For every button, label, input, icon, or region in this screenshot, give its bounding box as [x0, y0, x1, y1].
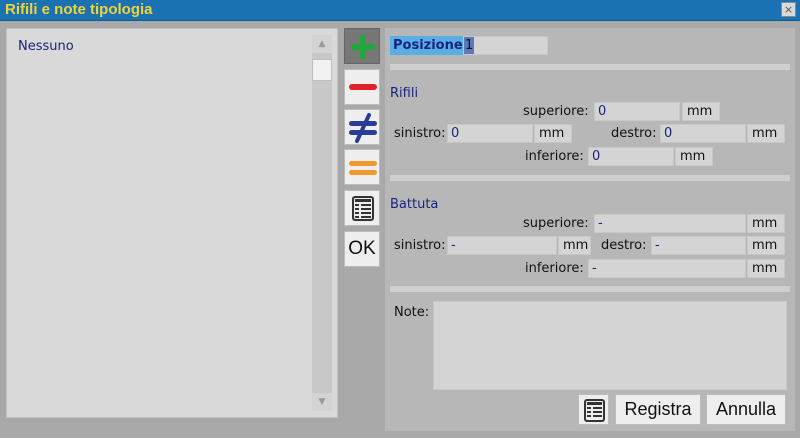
not-equal-icon — [349, 113, 377, 143]
rifili-sinistro-unit: mm — [534, 124, 572, 143]
scroll-down-icon[interactable]: ▼ — [312, 393, 332, 411]
not-equal-button[interactable] — [344, 109, 380, 145]
close-button[interactable]: × — [781, 2, 796, 17]
remove-button[interactable] — [344, 69, 380, 105]
separator — [390, 64, 790, 70]
list-panel: Nessuno ▲ ▼ — [6, 28, 338, 418]
notes-field[interactable] — [433, 301, 787, 390]
equal-icon — [349, 161, 377, 175]
position-value: 1 — [464, 37, 475, 54]
battuta-inferiore-unit: mm — [747, 259, 785, 278]
window-title: Rifili e note tipologia — [5, 1, 153, 18]
rifili-superiore-field[interactable]: 0 — [594, 102, 680, 121]
battuta-inferiore-label: inferiore: — [525, 261, 584, 276]
battuta-superiore-field[interactable]: - — [594, 214, 746, 233]
position-label: Posizione: — [390, 36, 471, 55]
detail-form: Posizione: 1 Rifili superiore: 0 mm sini… — [385, 28, 795, 431]
battuta-superiore-unit: mm — [747, 214, 785, 233]
rifili-destro-label: destro: — [611, 126, 657, 141]
battuta-destro-label: destro: — [601, 238, 647, 253]
list-item[interactable]: Nessuno — [18, 39, 74, 54]
table-icon — [352, 196, 374, 221]
add-icon — [351, 35, 375, 59]
ok-label: OK — [348, 238, 376, 259]
position-field[interactable]: 1 — [463, 36, 548, 55]
notes-label: Note: — [394, 305, 430, 320]
rifili-inferiore-unit: mm — [675, 147, 713, 166]
rifili-inferiore-field[interactable]: 0 — [588, 147, 674, 166]
register-button[interactable]: Registra — [615, 394, 701, 425]
rifili-sinistro-field[interactable]: 0 — [447, 124, 533, 143]
scroll-thumb[interactable] — [312, 59, 332, 81]
title-bar: Rifili e note tipologia × — [0, 0, 800, 21]
scroll-up-icon[interactable]: ▲ — [312, 35, 332, 53]
rifili-destro-field[interactable]: 0 — [660, 124, 746, 143]
battuta-superiore-label: superiore: — [523, 216, 589, 231]
table-icon — [584, 399, 605, 422]
battuta-title: Battuta — [390, 197, 439, 212]
battuta-sinistro-field[interactable]: - — [447, 236, 557, 255]
cancel-button[interactable]: Annulla — [706, 394, 786, 425]
ok-button[interactable]: OK — [344, 231, 380, 267]
separator — [390, 286, 790, 292]
battuta-destro-field[interactable]: - — [651, 236, 746, 255]
rifili-sinistro-label: sinistro: — [394, 126, 446, 141]
table-view-button[interactable] — [578, 394, 609, 425]
battuta-sinistro-unit: mm — [558, 236, 591, 255]
add-button[interactable] — [344, 28, 380, 64]
rifili-superiore-label: superiore: — [523, 104, 589, 119]
battuta-inferiore-field[interactable]: - — [588, 259, 746, 278]
separator — [390, 175, 790, 181]
rifili-title: Rifili — [390, 86, 419, 101]
equal-button[interactable] — [344, 149, 380, 185]
rifili-inferiore-label: inferiore: — [525, 149, 584, 164]
battuta-destro-unit: mm — [747, 236, 785, 255]
vertical-scrollbar[interactable]: ▲ ▼ — [312, 35, 332, 411]
table-button[interactable] — [344, 190, 380, 226]
battuta-sinistro-label: sinistro: — [394, 238, 446, 253]
rifili-destro-unit: mm — [747, 124, 785, 143]
rifili-superiore-unit: mm — [682, 102, 720, 121]
remove-icon — [349, 84, 377, 90]
